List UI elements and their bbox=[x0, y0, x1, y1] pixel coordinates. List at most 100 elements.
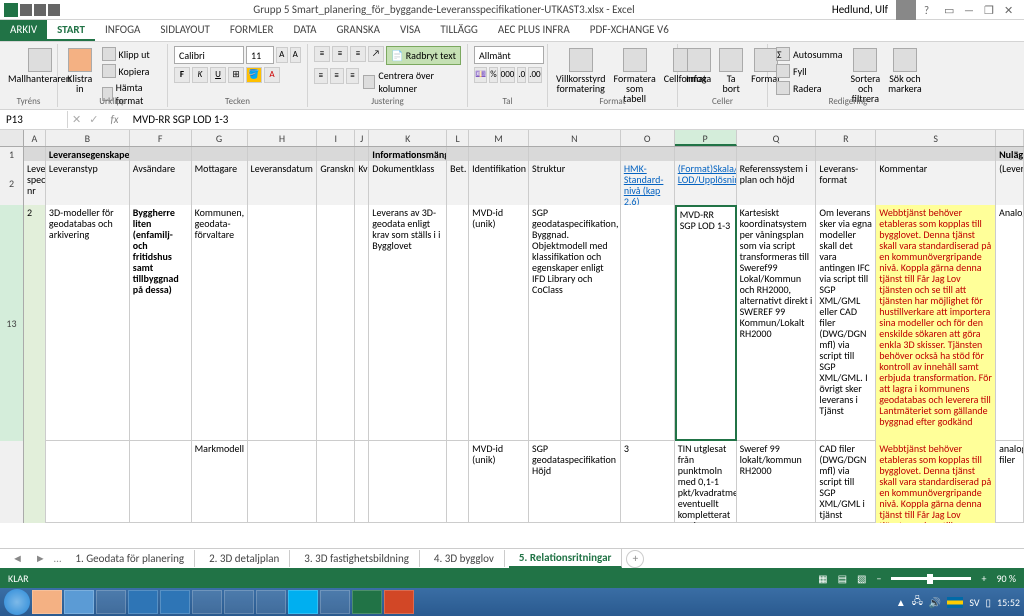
tab-start[interactable]: START bbox=[47, 20, 95, 41]
copy-button[interactable]: Kopiera bbox=[100, 63, 161, 79]
cell[interactable] bbox=[675, 147, 737, 161]
shrink-font-icon[interactable]: A bbox=[290, 47, 302, 63]
cell[interactable]: Leverans-format bbox=[816, 161, 876, 205]
enter-icon[interactable]: ✓ bbox=[85, 113, 102, 126]
merge-button[interactable]: Centrera över kolumner bbox=[361, 68, 461, 96]
tray-icon[interactable]: ▯ bbox=[986, 596, 992, 609]
tab-nav-next[interactable]: ► bbox=[31, 552, 50, 565]
align-mid-icon[interactable]: ≡ bbox=[332, 46, 348, 62]
autosum-button[interactable]: ΣAutosumma bbox=[774, 46, 845, 62]
col-header-J[interactable]: J bbox=[355, 130, 369, 146]
orientation-icon[interactable]: ↗ bbox=[368, 46, 384, 62]
cell[interactable] bbox=[130, 441, 192, 523]
col-header-S[interactable]: S bbox=[876, 130, 996, 146]
cell[interactable] bbox=[621, 205, 675, 441]
lang-text[interactable]: SV bbox=[969, 596, 979, 609]
cell[interactable] bbox=[355, 147, 369, 161]
row-header-2[interactable]: 2 bbox=[0, 161, 24, 205]
ribbon-opts-icon[interactable]: ▭ bbox=[944, 4, 956, 16]
cell[interactable] bbox=[355, 441, 369, 523]
col-header-R[interactable]: R bbox=[816, 130, 876, 146]
font-select[interactable] bbox=[174, 46, 244, 64]
col-header-[interactable] bbox=[996, 130, 1024, 146]
cell[interactable] bbox=[447, 441, 469, 523]
zoom-slider[interactable] bbox=[891, 577, 971, 580]
cell[interactable]: Mottagare bbox=[192, 161, 248, 205]
cell[interactable]: Informationsmängder bbox=[369, 147, 447, 161]
sheet-tab-2[interactable]: 2. 3D detaljplan bbox=[199, 550, 290, 567]
minimize-icon[interactable]: — bbox=[964, 4, 976, 16]
paste-button[interactable]: Klistra in bbox=[64, 46, 96, 96]
cell[interactable]: HMK-Standard-nivå (kap 2.6) bbox=[621, 161, 675, 205]
zoom-out-icon[interactable]: − bbox=[876, 572, 881, 585]
clear-button[interactable]: Radera bbox=[774, 80, 845, 96]
cell[interactable]: Byggherre liten (enfamilj- och fritidshu… bbox=[130, 205, 192, 441]
cell[interactable]: Referenssystem i plan och höjd bbox=[737, 161, 817, 205]
tb-app4[interactable] bbox=[256, 590, 286, 614]
font-size-select[interactable] bbox=[246, 46, 274, 64]
cell[interactable]: Om leverans sker via egna modeller skall… bbox=[816, 205, 876, 441]
cell[interactable]: analog filer bbox=[996, 441, 1024, 523]
cell[interactable] bbox=[447, 205, 469, 441]
cell[interactable] bbox=[130, 147, 192, 161]
formula-bar[interactable]: MVD-RR SGP LOD 1-3 bbox=[127, 111, 1024, 128]
tab-visa[interactable]: VISA bbox=[390, 20, 430, 41]
name-box[interactable]: P13 bbox=[0, 111, 68, 128]
cell[interactable] bbox=[248, 205, 318, 441]
tb-skype[interactable] bbox=[288, 590, 318, 614]
comma-icon[interactable]: 000 bbox=[500, 67, 516, 83]
user-photo[interactable] bbox=[896, 0, 916, 20]
cell[interactable] bbox=[317, 147, 355, 161]
delete-button[interactable]: Ta bort bbox=[717, 46, 745, 96]
sheet-tab-1[interactable]: 1. Geodata för planering bbox=[65, 550, 195, 567]
tb-app1[interactable] bbox=[96, 590, 126, 614]
spreadsheet-grid[interactable]: ABFGHIJKLMNOPQRS 1LeveransegenskaperInfo… bbox=[0, 130, 1024, 548]
cell[interactable]: Granskni bbox=[317, 161, 355, 205]
cell[interactable] bbox=[317, 441, 355, 523]
cell[interactable]: CAD filer (DWG/DGN mfl) via script till … bbox=[816, 441, 876, 523]
align-center-icon[interactable]: ≡ bbox=[330, 68, 344, 84]
start-button[interactable] bbox=[4, 589, 30, 615]
cell[interactable]: Webbtjänst behöver etableras som kopplas… bbox=[876, 205, 996, 441]
cell[interactable] bbox=[248, 147, 318, 161]
font-color-icon[interactable]: A bbox=[264, 67, 280, 83]
sheet-tab-5[interactable]: 5. Relationsritningar bbox=[509, 549, 623, 568]
cell[interactable]: Leveranstyp bbox=[46, 161, 130, 205]
cell[interactable] bbox=[816, 147, 876, 161]
row-header-13[interactable]: 13 bbox=[0, 205, 24, 441]
cell[interactable] bbox=[529, 147, 621, 161]
tab-formler[interactable]: FORMLER bbox=[220, 20, 284, 41]
col-header-F[interactable]: F bbox=[130, 130, 192, 146]
tab-infoga[interactable]: INFOGA bbox=[95, 20, 150, 41]
tab-granska[interactable]: GRANSKA bbox=[326, 20, 390, 41]
close-icon[interactable]: ✕ bbox=[1004, 4, 1016, 16]
tab-nav-prev[interactable]: ◄ bbox=[8, 552, 27, 565]
clock[interactable]: 15:52 bbox=[997, 596, 1020, 609]
cell[interactable]: Markmodell bbox=[192, 441, 248, 523]
cell[interactable]: Kommunen, geodata-förvaltare bbox=[192, 205, 248, 441]
cell[interactable] bbox=[876, 147, 996, 161]
cell[interactable]: TIN utglesat från punktmoln med 0,1-1 pk… bbox=[675, 441, 737, 523]
col-header-H[interactable]: H bbox=[248, 130, 318, 146]
tb-word[interactable] bbox=[160, 590, 190, 614]
fx-icon[interactable]: fx bbox=[102, 113, 126, 126]
col-header-A[interactable]: A bbox=[24, 130, 46, 146]
col-header-O[interactable]: O bbox=[621, 130, 675, 146]
tb-ie[interactable] bbox=[64, 590, 94, 614]
col-header-M[interactable]: M bbox=[469, 130, 529, 146]
cell[interactable]: 3 bbox=[621, 441, 675, 523]
cell[interactable] bbox=[369, 441, 447, 523]
fill-color-icon[interactable]: 🪣 bbox=[246, 67, 262, 83]
cond-format-button[interactable]: Villkorsstyrd formatering bbox=[554, 46, 608, 96]
cell[interactable] bbox=[192, 147, 248, 161]
fill-button[interactable]: Fyll bbox=[774, 63, 845, 79]
number-format-select[interactable] bbox=[474, 46, 544, 64]
col-header-L[interactable]: L bbox=[447, 130, 469, 146]
cell[interactable]: Identifikation bbox=[469, 161, 529, 205]
cell[interactable]: SGP geodataspecifikation, Byggnad. Objek… bbox=[529, 205, 621, 441]
cell[interactable]: MVD-id (unik) bbox=[469, 205, 529, 441]
tab-data[interactable]: DATA bbox=[283, 20, 326, 41]
tab-tillagg[interactable]: TILLÄGG bbox=[430, 20, 488, 41]
grow-font-icon[interactable]: A bbox=[276, 47, 288, 63]
sheet-tab-4[interactable]: 4. 3D bygglov bbox=[424, 550, 505, 567]
